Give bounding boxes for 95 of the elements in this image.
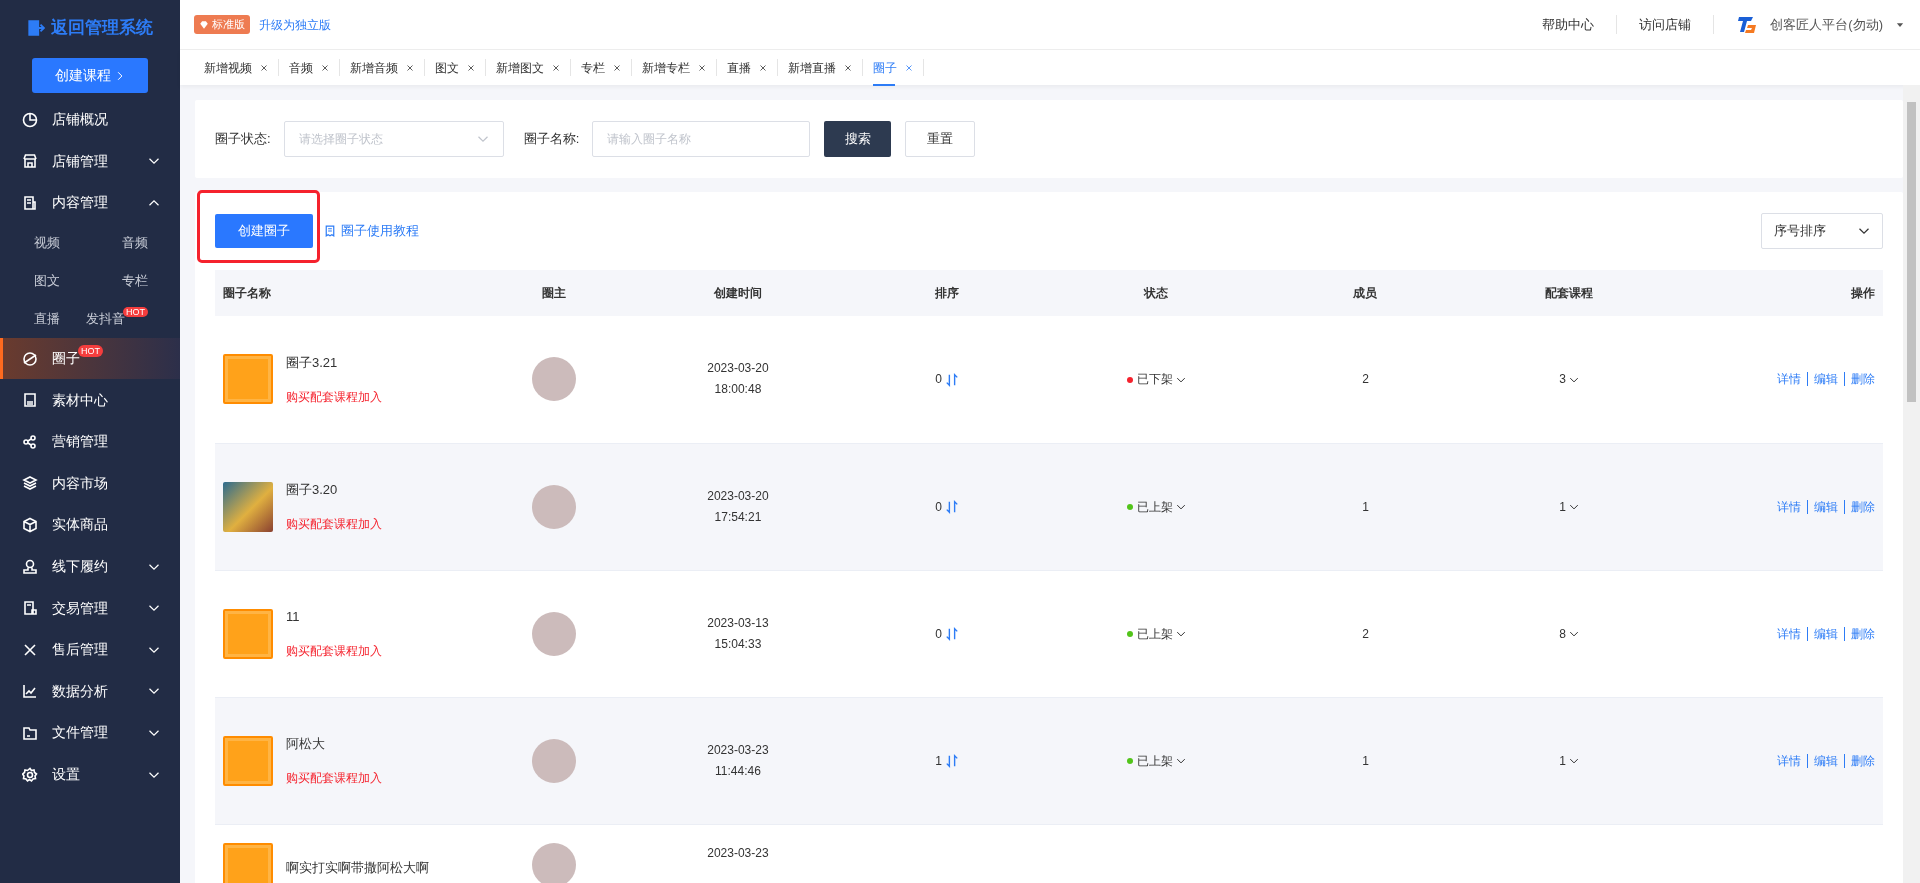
- submenu-item[interactable]: 图文: [34, 273, 60, 289]
- filter-label: 圈子名称:: [523, 130, 580, 149]
- create-course-button[interactable]: 创建课程: [32, 58, 148, 93]
- column-header: 成员: [1266, 270, 1465, 316]
- action-link[interactable]: 删除: [1844, 499, 1875, 514]
- submenu-item[interactable]: 直播: [34, 311, 60, 327]
- page-tab[interactable]: 专栏: [571, 59, 632, 76]
- action-link[interactable]: 编辑: [1807, 753, 1838, 768]
- menu-item[interactable]: 内容管理: [0, 182, 180, 224]
- column-header: 状态: [1046, 270, 1267, 316]
- join-note: 购买配套课程加入: [286, 643, 382, 661]
- column-header: 排序: [848, 270, 1047, 316]
- menu-item[interactable]: 内容市场: [0, 462, 180, 505]
- header-link[interactable]: 帮助中心: [1520, 14, 1618, 35]
- menu-item[interactable]: 店铺概况: [0, 99, 180, 141]
- page-tab[interactable]: 新增音频: [340, 59, 425, 76]
- name-input[interactable]: 请输入圈子名称: [592, 121, 811, 157]
- join-note: 购买配套课程加入: [286, 389, 382, 406]
- circle-name: 阿松大: [286, 734, 326, 753]
- circle-name: 圈子3.21: [286, 353, 339, 372]
- circle-name: 啊实打实啊带撒阿松大啊: [286, 858, 429, 877]
- menu-item[interactable]: 设置: [0, 753, 180, 796]
- status-dropdown[interactable]: 已下架: [1126, 372, 1186, 387]
- menu-item[interactable]: 文件管理: [0, 712, 180, 754]
- created-time: 2023-03-20 17:54:21: [706, 487, 770, 526]
- circle-name: 11: [286, 607, 301, 626]
- action-link[interactable]: 编辑: [1807, 626, 1838, 641]
- status-dropdown[interactable]: 已上架: [1126, 499, 1186, 514]
- column-header: 配套课程: [1464, 270, 1674, 316]
- action-link[interactable]: 详情: [1777, 499, 1801, 514]
- menu-item[interactable]: 数据分析: [0, 670, 180, 713]
- submenu-item[interactable]: 发抖音: [86, 311, 125, 327]
- menu-item[interactable]: 店铺管理: [0, 140, 180, 183]
- upgrade-link[interactable]: 升级为独立版: [259, 15, 331, 34]
- page-tab[interactable]: 直播: [717, 59, 778, 76]
- sort-value: 0: [935, 372, 943, 387]
- course-dropdown[interactable]: 8: [1559, 626, 1580, 641]
- created-time: 2023-03-23 11:44:46: [706, 741, 770, 780]
- action-link[interactable]: 编辑: [1807, 499, 1838, 514]
- menu-item[interactable]: 线下履约: [0, 545, 180, 588]
- menu-item[interactable]: 素材中心: [0, 379, 180, 421]
- action-link[interactable]: 删除: [1844, 372, 1875, 387]
- created-time: 2023-03-23: [706, 844, 770, 862]
- status-dropdown[interactable]: 已上架: [1126, 626, 1186, 641]
- status-dropdown[interactable]: 已上架: [1126, 753, 1186, 768]
- page-tab[interactable]: 图文: [425, 59, 486, 76]
- header-link[interactable]: 访问店铺: [1617, 14, 1715, 35]
- logo-text[interactable]: 返回管理系统: [51, 15, 153, 41]
- menu-item[interactable]: 售后管理: [0, 628, 180, 671]
- menu-item[interactable]: 交易管理: [0, 587, 180, 629]
- sort-value: 0: [935, 626, 943, 641]
- join-note: 购买配套课程加入: [286, 516, 382, 534]
- page-tab[interactable]: 新增专栏: [632, 59, 717, 76]
- course-dropdown[interactable]: 1: [1559, 753, 1580, 768]
- column-header: 操作: [1673, 270, 1883, 316]
- action-link[interactable]: 详情: [1777, 626, 1801, 641]
- join-note: 购买配套课程加入: [286, 770, 382, 788]
- sort-value: 0: [935, 499, 943, 514]
- sort-select[interactable]: 序号排序: [1761, 213, 1883, 249]
- course-dropdown[interactable]: 1: [1559, 499, 1580, 514]
- action-link[interactable]: 编辑: [1807, 372, 1838, 387]
- page-tab[interactable]: 新增直播: [778, 59, 863, 76]
- created-time: 2023-03-13 15:04:33: [706, 614, 770, 653]
- created-time: 2023-03-20 18:00:48: [706, 360, 770, 399]
- menu-item[interactable]: 营销管理: [0, 420, 180, 463]
- create-circle-button[interactable]: 创建圈子: [215, 214, 313, 248]
- user-name[interactable]: 创客匠人平台(勿动): [1770, 14, 1883, 35]
- submenu-item[interactable]: 音频: [122, 235, 148, 251]
- tutorial-link[interactable]: 圈子使用教程: [324, 221, 419, 241]
- filter-label: 圈子状态:: [215, 130, 271, 149]
- submenu-item[interactable]: 视频: [34, 235, 60, 251]
- reset-button[interactable]: 重置: [905, 121, 976, 157]
- menu-item[interactable]: 实体商品: [0, 504, 180, 546]
- hot-badge: HOT: [78, 344, 103, 357]
- member-count: 1: [1362, 499, 1369, 514]
- search-button[interactable]: 搜索: [824, 121, 892, 157]
- column-header: 圈主: [479, 270, 628, 316]
- action-link[interactable]: 删除: [1844, 626, 1875, 641]
- course-dropdown[interactable]: 3: [1559, 372, 1580, 387]
- action-link[interactable]: 详情: [1777, 372, 1801, 387]
- page-tab[interactable]: 新增图文: [486, 59, 571, 76]
- sort-value: 1: [935, 753, 943, 768]
- page-tab[interactable]: 新增视频: [194, 59, 279, 76]
- column-header: 圈子名称: [215, 270, 480, 316]
- member-count: 2: [1362, 626, 1369, 641]
- page-tab[interactable]: 音频: [279, 59, 340, 76]
- member-count: 2: [1362, 372, 1369, 387]
- submenu-item[interactable]: 专栏: [122, 273, 148, 289]
- column-header: 创建时间: [627, 270, 849, 316]
- circle-name: 圈子3.20: [286, 480, 339, 499]
- action-link[interactable]: 详情: [1777, 753, 1801, 768]
- member-count: 1: [1362, 753, 1369, 768]
- action-link[interactable]: 删除: [1844, 753, 1875, 768]
- hot-badge: HOT: [123, 307, 148, 318]
- edition-badge: 标准版: [194, 15, 250, 34]
